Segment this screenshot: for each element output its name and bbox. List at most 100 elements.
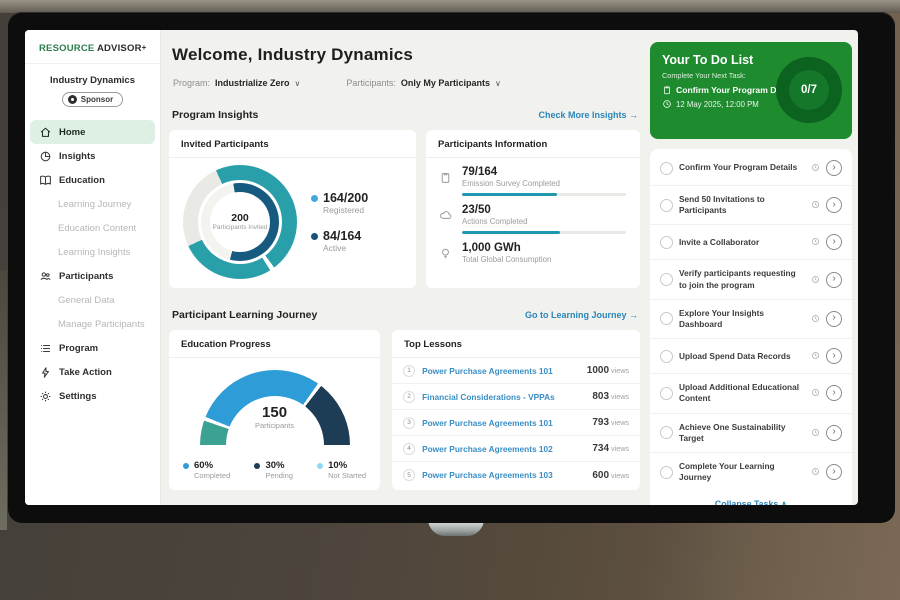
sidebar: RESOURCE ADVISOR+ Industry Dynamics Spon… [25,30,161,505]
task-row[interactable]: Invite a Collaborator › [650,225,852,260]
clock-icon [811,424,820,442]
task-row[interactable]: Upload Additional Educational Content › [650,374,852,413]
task-checkbox[interactable] [660,199,673,212]
program-dropdown[interactable]: Program: Industrialize Zero ∨ [173,78,300,88]
sidebar-nav: Home Insights Education Learning Journey [25,120,160,408]
invited-participants-card: Invited Participants 200 Participants In… [169,130,416,288]
page-title: Welcome, Industry Dynamics [172,45,640,65]
todo-progress-value: 0/7 [801,84,817,96]
task-open-button[interactable]: › [826,425,842,441]
sidebar-item-home[interactable]: Home [30,120,155,144]
sidebar-item-program[interactable]: Program [25,336,160,360]
chevron-up-icon: ∧ [781,499,787,505]
section-title: Participant Learning Journey [172,309,317,321]
insights-icon [39,150,52,163]
collapse-tasks-button[interactable]: Collapse Tasks ∧ [650,491,852,505]
task-open-button[interactable]: › [826,234,842,250]
legend-active: 84/164 Active [311,229,368,253]
filter-bar: Program: Industrialize Zero ∨ Participan… [173,78,640,88]
task-row[interactable]: Confirm Your Program Details › [650,151,852,186]
sidebar-item-label: Settings [59,391,96,402]
participants-information-card: Participants Information 79/164 Emission… [426,130,640,288]
task-row[interactable]: Send 50 Invitations to Participants › [650,186,852,225]
sidebar-item-settings[interactable]: Settings [25,384,160,408]
task-open-button[interactable]: › [826,311,842,327]
sidebar-item-learning-insights[interactable]: Learning Insights [25,240,160,264]
clock-icon [811,159,820,177]
task-checkbox[interactable] [660,426,673,439]
go-to-learning-journey-link[interactable]: Go to Learning Journey → [525,310,638,320]
sidebar-item-label: Manage Participants [58,319,145,330]
card-title: Invited Participants [169,130,416,158]
legend-pending: 30% Pending [254,460,293,480]
task-open-button[interactable]: › [826,348,842,364]
lesson-link[interactable]: Power Purchase Agreements 101 [422,366,580,376]
sidebar-item-general-data[interactable]: General Data [25,288,160,312]
lesson-row: 1 Power Purchase Agreements 101 1000view… [392,358,640,384]
org-name: Industry Dynamics [25,75,160,86]
sponsor-badge[interactable]: Sponsor [62,92,123,107]
task-checkbox[interactable] [660,236,673,249]
lesson-link[interactable]: Financial Considerations - VPPAs [422,392,585,402]
task-checkbox[interactable] [660,466,673,479]
check-more-insights-link[interactable]: Check More Insights → [538,110,638,120]
views-count: 1000 [587,365,609,376]
lesson-rank: 1 [403,365,415,377]
task-open-button[interactable]: › [826,197,842,213]
lesson-link[interactable]: Power Purchase Agreements 101 [422,418,585,428]
task-open-button[interactable]: › [826,464,842,480]
lesson-link[interactable]: Power Purchase Agreements 102 [422,444,585,454]
task-checkbox[interactable] [660,312,673,325]
todo-progress-ring: 0/7 [776,57,842,123]
legend-completed: 60% Completed [183,460,230,480]
sidebar-item-label: Learning Journey [58,199,131,210]
task-open-button[interactable]: › [826,272,842,288]
sidebar-item-participants[interactable]: Participants [25,264,160,288]
task-row[interactable]: Complete Your Learning Journey › [650,453,852,491]
learning-journey-header: Participant Learning Journey Go to Learn… [172,309,638,321]
insights-cards-row: Invited Participants 200 Participants In… [169,130,640,288]
app-logo: RESOURCE ADVISOR+ [25,30,160,64]
legend-not-started: 10% Not Started [317,460,366,480]
program-value: Industrialize Zero [215,78,290,88]
task-checkbox[interactable] [660,387,673,400]
task-row[interactable]: Explore Your Insights Dashboard › [650,300,852,339]
todo-summary-card: Your To Do List Complete Your Next Task:… [650,42,852,139]
sidebar-item-label: Take Action [59,367,112,378]
lesson-link[interactable]: Power Purchase Agreements 103 [422,470,585,480]
sidebar-item-take-action[interactable]: Take Action [25,360,160,384]
participants-dropdown[interactable]: Participants: Only My Participants ∨ [346,78,500,88]
background-light-streak [0,270,7,530]
task-row[interactable]: Upload Spend Data Records › [650,339,852,374]
list-icon [39,342,52,355]
program-label: Program: [173,78,210,88]
link-label: Go to Learning Journey [525,310,627,320]
gauge-center-label: Participants [200,421,350,430]
task-checkbox[interactable] [660,162,673,175]
card-title: Participants Information [426,130,640,158]
section-title: Program Insights [172,109,258,121]
legend-dot [317,463,323,469]
sidebar-item-education-content[interactable]: Education Content [25,216,160,240]
card-title: Top Lessons [392,330,640,358]
sidebar-item-learning-journey[interactable]: Learning Journey [25,192,160,216]
lesson-rank: 2 [403,391,415,403]
learning-cards-row: Education Progress 150 Participants [169,330,640,490]
sidebar-item-insights[interactable]: Insights [25,144,160,168]
monitor-bezel: RESOURCE ADVISOR+ Industry Dynamics Spon… [8,12,895,523]
education-progress-card: Education Progress 150 Participants [169,330,380,490]
todo-panel: Your To Do List Complete Your Next Task:… [650,30,852,505]
dashboard-screen: RESOURCE ADVISOR+ Industry Dynamics Spon… [25,30,858,505]
task-label: Upload Additional Educational Content [679,382,805,404]
task-row[interactable]: Achieve One Sustainability Target › [650,414,852,453]
sidebar-item-education[interactable]: Education [25,168,160,192]
sponsor-icon [68,95,77,104]
task-row[interactable]: Verify participants requesting to join t… [650,260,852,299]
stat-total-consumption: 1,000 GWh Total Global Consumption [426,234,640,264]
sidebar-item-manage-participants[interactable]: Manage Participants [25,312,160,336]
task-checkbox[interactable] [660,350,673,363]
legend-dot [254,463,260,469]
task-open-button[interactable]: › [826,160,842,176]
task-open-button[interactable]: › [826,385,842,401]
task-checkbox[interactable] [660,273,673,286]
